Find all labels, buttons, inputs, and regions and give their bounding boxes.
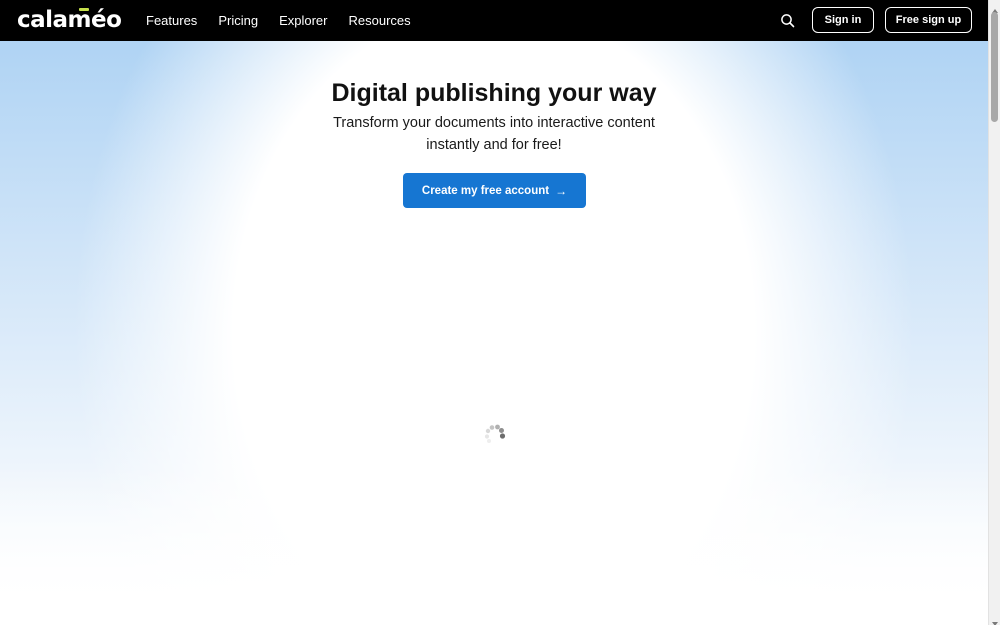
- page: calaméo Features Pricing Explorer Resour…: [0, 0, 1000, 625]
- arrow-right-icon: →: [555, 183, 568, 198]
- scroll-up-arrow-icon[interactable]: [991, 2, 999, 13]
- main-nav: Features Pricing Explorer Resources: [146, 0, 411, 41]
- nav-pricing[interactable]: Pricing: [218, 13, 258, 28]
- vertical-scrollbar[interactable]: [988, 0, 1000, 625]
- top-navigation-bar: calaméo Features Pricing Explorer Resour…: [0, 0, 988, 41]
- nav-resources[interactable]: Resources: [348, 13, 410, 28]
- main-viewport: calaméo Features Pricing Explorer Resour…: [0, 0, 988, 625]
- hero-title: Digital publishing your way: [331, 78, 657, 107]
- nav-features[interactable]: Features: [146, 13, 197, 28]
- loading-spinner-icon: [483, 424, 507, 446]
- scroll-down-arrow-icon[interactable]: [991, 615, 999, 625]
- search-icon[interactable]: [778, 11, 798, 31]
- free-sign-up-button[interactable]: Free sign up: [885, 7, 972, 33]
- sign-in-button[interactable]: Sign in: [812, 7, 874, 33]
- create-account-button[interactable]: Create my free account →: [403, 173, 586, 208]
- hero-subtitle-line-2: instantly and for free!: [426, 137, 562, 153]
- nav-explorer[interactable]: Explorer: [279, 13, 327, 28]
- hero-subtitle-line-1: Transform your documents into interactiv…: [333, 115, 655, 131]
- scrollbar-thumb[interactable]: [991, 12, 998, 122]
- logo-accent-mark: [79, 8, 89, 11]
- create-account-label: Create my free account: [421, 184, 550, 197]
- hero-subtitle: Transform your documents into interactiv…: [294, 112, 694, 156]
- calameo-logo[interactable]: calaméo: [17, 5, 122, 35]
